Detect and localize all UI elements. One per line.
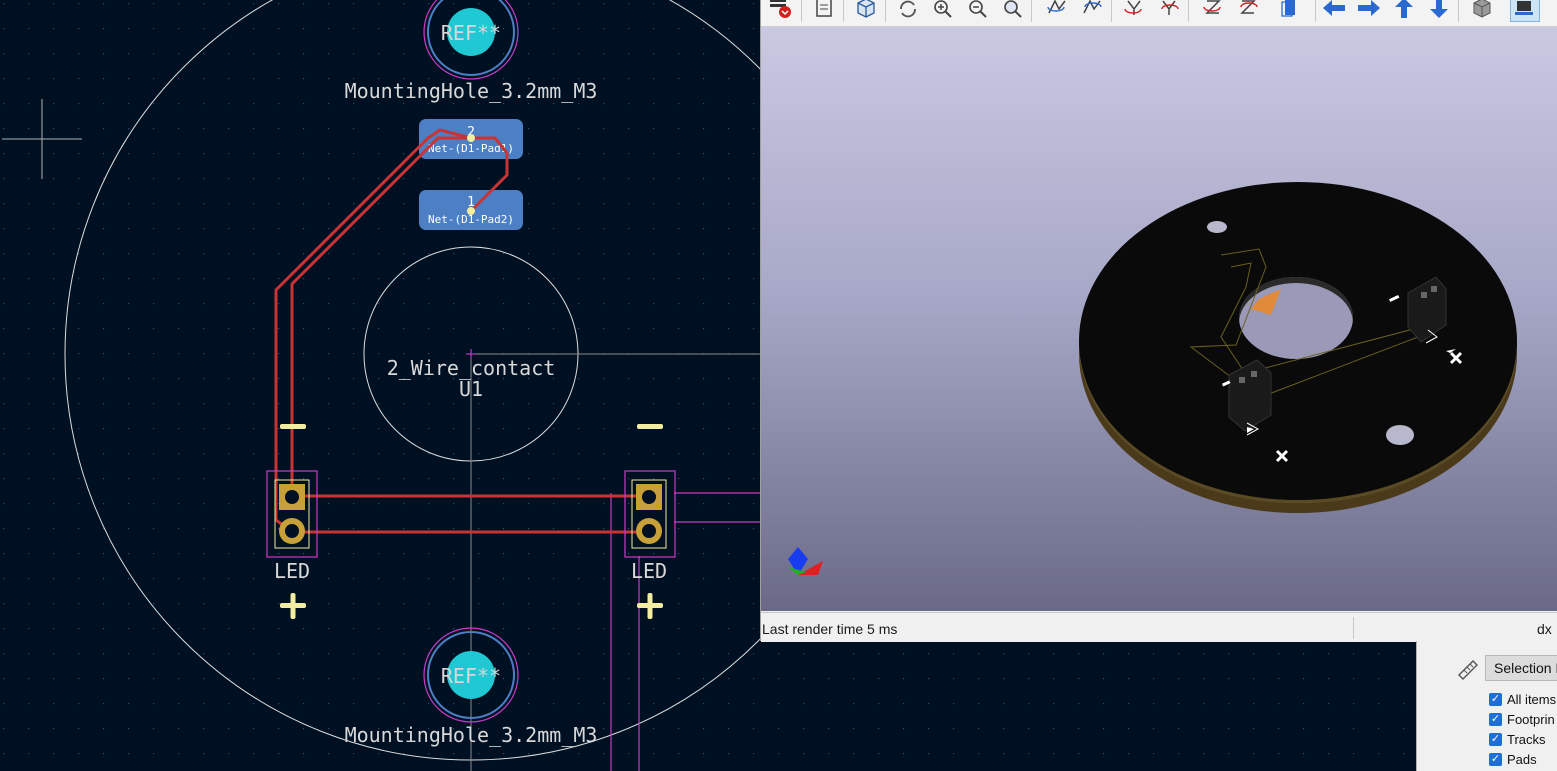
checkbox-checked-icon[interactable]: ✓: [1489, 692, 1502, 706]
axis-triad-icon: [788, 547, 823, 575]
render-raytrace-icon[interactable]: [765, 0, 795, 22]
filter-tracks[interactable]: ✓ Tracks: [1489, 730, 1546, 748]
flip-board-icon[interactable]: [1276, 0, 1306, 22]
rotate-y-ccw-icon[interactable]: [1154, 0, 1184, 22]
move-down-icon[interactable]: [1424, 0, 1454, 22]
mounting-hole-bottom-value: MountingHole_3.2mm_M3: [345, 723, 598, 747]
render-time-status: Last render time 5 ms: [762, 621, 898, 637]
rotate-y-cw-icon[interactable]: [1119, 0, 1149, 22]
move-up-icon[interactable]: [1389, 0, 1419, 22]
viewer-3d-statusbar: Last render time 5 ms dx: [761, 612, 1557, 642]
reload-icon[interactable]: [893, 0, 923, 22]
zoom-out-icon[interactable]: [963, 0, 993, 22]
status-dx: dx: [1537, 621, 1552, 637]
board-3d-icon[interactable]: [851, 0, 881, 22]
rotate-z-ccw-icon[interactable]: [1233, 0, 1263, 22]
viewer-3d-toolbar: [761, 0, 1557, 27]
contact-ref: U1: [459, 377, 483, 401]
measure-tool-icon[interactable]: [1455, 655, 1481, 681]
filter-label: Tracks: [1507, 731, 1546, 747]
checkbox-checked-icon[interactable]: ✓: [1489, 752, 1502, 766]
move-left-icon[interactable]: [1319, 0, 1349, 22]
filter-label: Footprin: [1507, 711, 1555, 727]
ortho-view-icon[interactable]: [1467, 0, 1497, 22]
viewer-3d-window[interactable]: Last render time 5 ms dx: [760, 0, 1557, 642]
led-right-label: LED: [631, 559, 667, 583]
mounting-hole-bottom-ref: REF**: [441, 664, 501, 688]
filter-pads[interactable]: ✓ Pads: [1489, 750, 1537, 768]
selection-filter-panel: Selection F ✓ All items ✓ Footprin ✓ Tra…: [1416, 641, 1557, 771]
selection-filter-title: Selection F: [1485, 655, 1557, 681]
viewer-3d-render-area[interactable]: [761, 27, 1557, 611]
rotate-z-cw-icon[interactable]: [1198, 0, 1228, 22]
move-right-icon[interactable]: [1354, 0, 1384, 22]
led-left-footprint[interactable]: LED: [266, 470, 318, 583]
led-right-minus: [637, 424, 663, 429]
checkbox-checked-icon[interactable]: ✓: [1489, 712, 1502, 726]
filter-all-items[interactable]: ✓ All items: [1489, 690, 1556, 708]
rotate-x-ccw-icon[interactable]: [1077, 0, 1107, 22]
zoom-in-icon[interactable]: [928, 0, 958, 22]
mounting-hole-top-ref: REF**: [441, 21, 501, 45]
filter-label: Pads: [1507, 751, 1537, 767]
led-left-minus: [280, 424, 306, 429]
mounting-hole-top-value: MountingHole_3.2mm_M3: [345, 79, 598, 103]
zoom-fit-icon[interactable]: [998, 0, 1028, 22]
copy-image-icon[interactable]: [809, 0, 839, 22]
filter-label: All items: [1507, 691, 1557, 707]
checkbox-checked-icon[interactable]: ✓: [1489, 732, 1502, 746]
rotate-x-cw-icon[interactable]: [1042, 0, 1072, 22]
led-left-label: LED: [274, 559, 310, 583]
filter-footprints[interactable]: ✓ Footprin: [1489, 710, 1555, 728]
layers-icon[interactable]: [1510, 0, 1540, 22]
